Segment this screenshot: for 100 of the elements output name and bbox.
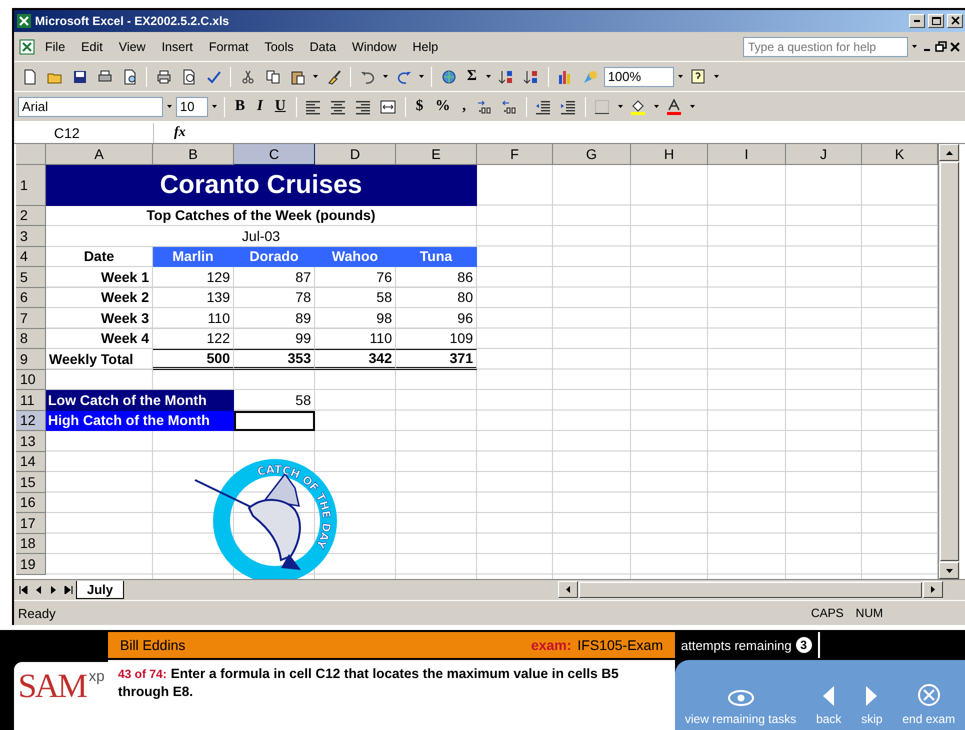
sheet-tab[interactable]: July [76,581,124,599]
font-size-field[interactable]: 10 [176,96,208,116]
row-header[interactable]: 15 [16,472,46,492]
row-header[interactable]: 6 [16,288,46,308]
menu-item[interactable]: Data [302,38,344,56]
row-header[interactable]: 10 [16,370,46,390]
row-header[interactable]: 2 [16,206,46,226]
autosum-button[interactable]: Σ [462,66,482,88]
right-arrow-icon [931,586,935,593]
row-header[interactable]: 13 [16,431,46,452]
user-name: Bill Eddins [120,637,186,653]
bold-button[interactable]: B [230,96,250,118]
last-sheet-icon [64,586,72,594]
column-header[interactable]: G [553,144,631,164]
row-header[interactable]: 16 [16,492,46,513]
table-cell: 500 [153,349,234,370]
italic-button[interactable]: I [252,96,268,118]
font-field[interactable]: Arial [18,96,163,116]
percent-button[interactable]: % [430,96,456,118]
table-cell: High Catch of the Month [46,410,234,431]
column-header[interactable]: D [315,144,396,164]
table-cell: 139 [153,288,234,308]
row-header[interactable]: 19 [16,554,46,574]
forward-arrow-icon [866,686,878,706]
active-cell[interactable] [234,410,315,431]
menu-item[interactable]: Tools [257,38,301,56]
row-header[interactable]: 1 [16,164,46,206]
menu-item[interactable]: Format [202,38,256,56]
horizontal-scrollbar[interactable] [558,581,943,599]
column-header[interactable]: C [234,144,315,164]
insert-function-button[interactable]: fx [174,124,186,140]
maximize-icon [930,16,942,26]
column-header[interactable]: J [786,144,862,164]
table-cell: 96 [396,308,477,328]
vertical-scrollbar[interactable] [938,144,960,579]
table-cell: 122 [153,328,234,349]
back-arrow-icon [823,686,834,706]
scroll-thumb[interactable] [579,582,922,598]
row-header[interactable]: 11 [16,390,46,410]
zoom-field[interactable]: 100% [604,66,674,86]
row-header[interactable]: 7 [16,308,46,328]
column-header[interactable]: A [46,144,153,164]
close-button[interactable] [947,14,963,28]
scroll-right-button[interactable] [923,581,943,598]
underline-button[interactable]: U [270,96,291,118]
menu-item[interactable]: Help [406,38,446,56]
scroll-up-button[interactable] [939,144,959,161]
exam-name: IFS105-Exam [577,637,663,653]
column-header[interactable]: H [631,144,708,164]
column-header[interactable]: K [862,144,938,164]
scroll-left-button[interactable] [558,581,578,598]
menu-item[interactable]: Edit [74,38,110,56]
table-cell: 87 [234,267,315,288]
minimize-button[interactable] [909,14,925,28]
eye-icon [728,690,754,706]
column-header[interactable]: I [708,144,786,164]
status-indicator: NUM [854,606,884,620]
close-icon [950,16,960,26]
menu-item[interactable]: Insert [154,38,200,56]
menu-item[interactable]: Window [345,38,404,56]
logo-text: SAM [18,668,86,706]
row-header[interactable]: 5 [16,267,46,288]
column-header[interactable]: E [396,144,477,164]
close-icon[interactable] [949,40,961,52]
table-cell: 89 [234,308,315,328]
row-header[interactable]: 8 [16,328,46,349]
down-arrow-icon [946,568,952,572]
minimize-icon [914,20,920,22]
menu-item[interactable]: File [38,38,72,56]
menu-item[interactable]: View [112,38,153,56]
comma-button[interactable]: , [457,96,471,118]
restore-icon[interactable] [935,40,947,52]
currency-button[interactable]: $ [410,96,428,118]
table-cell: Top Catches of the Week (pounds) [46,206,477,226]
row-header[interactable]: 18 [16,534,46,554]
row-header[interactable]: 14 [16,452,46,472]
select-all-corner[interactable] [16,144,46,164]
column-label: Marlin [153,246,234,267]
workbook-icon [18,38,36,56]
row-header[interactable]: 12 [16,410,46,431]
scroll-thumb[interactable] [940,162,959,561]
column-header[interactable]: F [477,144,553,164]
table-cell: 58 [234,390,315,410]
attempts-count: 3 [796,637,812,653]
attempts-label: attempts remaining [681,638,792,652]
scroll-down-button[interactable] [939,562,959,579]
table-cell: 109 [396,328,477,349]
row-header[interactable]: 9 [16,349,46,370]
status-indicator: CAPS [810,606,845,620]
table-cell: 78 [234,288,315,308]
next-sheet-icon [48,586,58,594]
row-header[interactable]: 3 [16,226,46,246]
left-arrow-icon [566,586,570,593]
row-header[interactable]: 17 [16,513,46,534]
table-cell: Week 2 [46,288,153,308]
maximize-button[interactable] [928,14,944,28]
column-header[interactable]: B [153,144,234,164]
table-cell: Coranto Cruises [46,164,477,206]
row-header[interactable]: 4 [16,246,46,267]
help-search-field[interactable]: Type a question for help [743,36,908,56]
